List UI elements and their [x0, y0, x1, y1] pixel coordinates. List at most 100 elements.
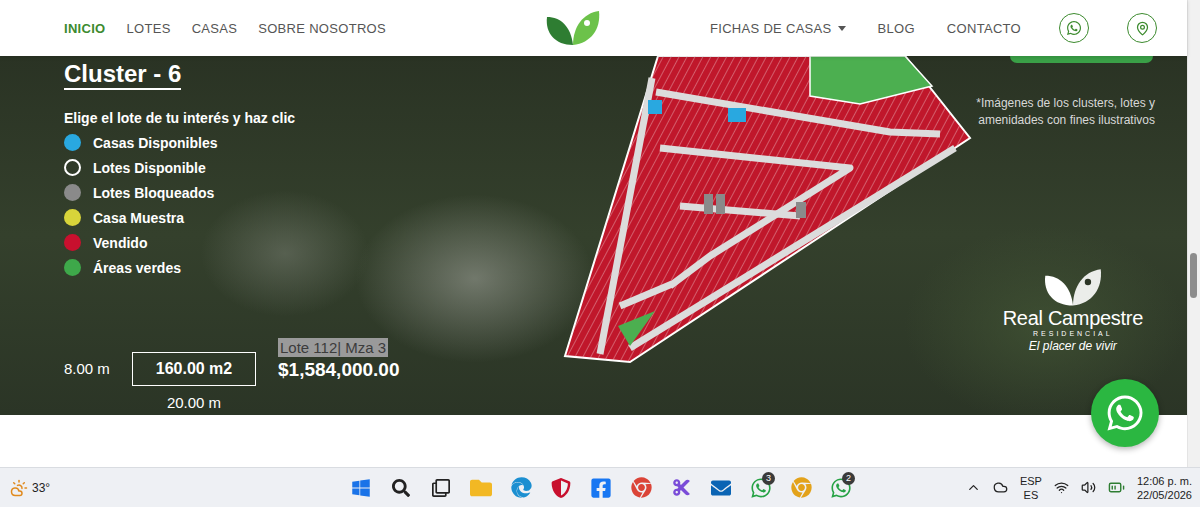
app-badge: 2	[842, 472, 855, 485]
cloud-icon[interactable]	[993, 480, 1008, 495]
taskbar: 33°32ESPES12:06 p. m.22/05/2026	[0, 467, 1200, 507]
site-logo-icon	[543, 9, 603, 46]
chrome-icon	[631, 477, 652, 498]
disclaimer-note: *Imágenes de los clusters, lotes y ameni…	[975, 95, 1155, 129]
lot-price-group: Lote 112| Mza 3 $1,584,000.00	[278, 338, 400, 381]
hero-right: *Imágenes de los clusters, lotes y ameni…	[975, 56, 1187, 415]
brand-tagline: El placer de vivir	[1029, 338, 1117, 354]
legend-dot	[64, 184, 81, 201]
nav-link[interactable]: CONTACTO	[947, 21, 1021, 36]
lot-price: $1,584,000.00	[278, 359, 400, 381]
lot-area-group: 160.00 m2 20.00 m	[132, 352, 256, 411]
nav-link[interactable]: LOTES	[127, 21, 171, 36]
nav-link[interactable]: BLOG	[878, 21, 915, 36]
nav-link[interactable]: CASAS	[192, 21, 238, 36]
lot-depth: 20.00 m	[167, 394, 221, 411]
nav-link[interactable]: FICHAS DE CASAS	[710, 21, 846, 36]
instruction-text: Elige el lote de tu interés y haz clic	[64, 110, 560, 126]
legend-item: Lotes Disponible	[64, 155, 560, 180]
edge-icon	[511, 477, 532, 498]
brand-logo: Real CampestreRESIDENCIALEl placer de vi…	[1003, 267, 1143, 354]
legend-dot	[64, 134, 81, 151]
facebook-icon	[590, 477, 612, 499]
whatsapp-float-button[interactable]	[1091, 379, 1159, 447]
clock[interactable]: 12:06 p. m.22/05/2026	[1137, 474, 1192, 502]
legend-item: Lotes Bloqueados	[64, 180, 560, 205]
taskbar-app[interactable]	[621, 469, 661, 507]
web-page: INICIO LOTES CASAS SOBRE NOSOTROS FICHAS DE …	[0, 0, 1187, 467]
clock-date: 22/05/2026	[1137, 488, 1192, 502]
brand-leaf-icon	[1041, 267, 1105, 307]
wifi-icon[interactable]	[1054, 480, 1069, 495]
legend-item: Casas Disponibles	[64, 130, 560, 155]
task-view-icon	[432, 479, 450, 497]
taskbar-app[interactable]: 3	[741, 469, 781, 507]
outlook-icon	[711, 478, 731, 498]
taskbar-app[interactable]	[381, 469, 421, 507]
nav-link[interactable]: INICIO	[64, 21, 106, 36]
weather-icon	[10, 479, 28, 497]
clock-time: 12:06 p. m.	[1137, 474, 1192, 488]
cluster-title: Cluster - 6	[64, 60, 181, 90]
taskbar-app[interactable]: 2	[821, 469, 861, 507]
lot-map-image[interactable]	[560, 56, 975, 415]
screen: INICIO LOTES CASAS SOBRE NOSOTROS FICHAS DE …	[0, 0, 1200, 507]
weather-temp: 33°	[32, 481, 50, 495]
taskbar-app[interactable]	[541, 469, 581, 507]
legend-dot	[64, 259, 81, 276]
map-area	[560, 56, 975, 415]
chevron-up-icon[interactable]	[966, 480, 981, 495]
scrollbar[interactable]	[1187, 0, 1200, 467]
lot-area: 160.00 m2	[132, 352, 256, 386]
search-icon	[392, 479, 410, 497]
cluster-info: Cluster - 6 Elige el lote de tu interés y…	[0, 56, 560, 415]
page-below	[0, 415, 1187, 467]
folder-icon	[470, 477, 492, 499]
taskbar-app[interactable]	[781, 469, 821, 507]
start-icon	[351, 478, 371, 498]
whatsapp-icon	[1105, 393, 1145, 433]
antivirus-icon	[551, 478, 571, 498]
weather-widget[interactable]: 33°	[10, 479, 341, 497]
volume-icon[interactable]	[1081, 480, 1096, 495]
chrome-icon	[791, 477, 812, 498]
caret-down-icon	[838, 26, 846, 31]
language-indicator[interactable]: ESPES	[1020, 474, 1042, 502]
lot-details: 8.00 m160.00 m220.00 mLote 112| Mza 3$1,…	[64, 352, 560, 411]
scrollbar-thumb[interactable]	[1190, 253, 1197, 298]
taskbar-app[interactable]	[501, 469, 541, 507]
cta-button[interactable]	[1010, 56, 1153, 63]
battery-icon[interactable]	[1108, 479, 1125, 496]
app-badge: 3	[762, 472, 775, 485]
legend-item: Vendido	[64, 230, 560, 255]
legend-dot	[64, 209, 81, 226]
taskbar-app[interactable]	[341, 469, 381, 507]
system-tray: ESPES 12:06 p. m.22/05/2026	[861, 474, 1192, 502]
legend-item: Áreas verdes	[64, 255, 560, 280]
taskbar-app[interactable]	[581, 469, 621, 507]
cluster-hero: Cluster - 6 Elige el lote de tu interés y…	[0, 56, 1187, 415]
nav-left: INICIO LOTES CASAS SOBRE NOSOTROS	[64, 21, 543, 36]
legend-dot	[64, 159, 81, 176]
taskbar-app[interactable]	[661, 469, 701, 507]
taskbar-app[interactable]	[421, 469, 461, 507]
brand-sub: RESIDENCIAL	[1033, 329, 1113, 338]
nav-link[interactable]: SOBRE NOSOTROS	[258, 21, 386, 36]
location-button[interactable]	[1127, 13, 1157, 43]
taskbar-app[interactable]	[701, 469, 741, 507]
whatsapp-icon	[1066, 20, 1082, 36]
brand-name: Real Campestre	[1003, 307, 1143, 329]
legend-item: Casa Muestra	[64, 205, 560, 230]
map-pin-icon	[1135, 21, 1150, 36]
whatsapp-button[interactable]	[1059, 13, 1089, 43]
taskbar-apps: 32	[341, 469, 861, 507]
legend-dot	[64, 234, 81, 251]
lot-name: Lote 112| Mza 3	[278, 338, 388, 357]
top-nav: INICIO LOTES CASAS SOBRE NOSOTROS FICHAS DE …	[0, 0, 1187, 56]
taskbar-app[interactable]	[461, 469, 501, 507]
snipping-icon	[672, 478, 691, 497]
nav-right: FICHAS DE CASAS BLOG CONTACTO	[603, 13, 1187, 43]
lot-front: 8.00 m	[64, 352, 132, 377]
legend: Casas DisponiblesLotes DisponibleLotes B…	[64, 130, 560, 280]
browser-viewport: INICIO LOTES CASAS SOBRE NOSOTROS FICHAS DE …	[0, 0, 1200, 467]
